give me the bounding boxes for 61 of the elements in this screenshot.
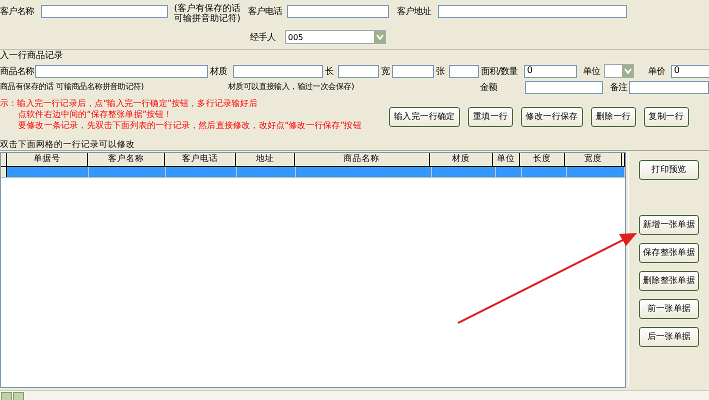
field-label: 单位 <box>583 66 602 78</box>
input-field[interactable] <box>525 80 603 94</box>
column-header[interactable]: 单位 <box>493 153 520 166</box>
field-label: 经手人 <box>250 32 276 44</box>
tip-text: 点软件右边中间的“保存整张单据”按钮！ <box>18 110 174 121</box>
field-label: 备注 <box>610 82 628 94</box>
tip-text: 示：输入完一行记录后，点“输入完一行确定”按钮，多行记录输好后 <box>0 99 258 110</box>
caret-icon <box>374 31 385 43</box>
row-action-button[interactable]: 重填一行 <box>468 107 513 127</box>
column-header[interactable]: 商品名称 <box>294 153 430 166</box>
dropdown[interactable] <box>604 64 634 78</box>
input-field[interactable] <box>338 64 379 78</box>
column-header[interactable]: 宽度 <box>564 153 622 166</box>
field-label: 面积/数量 <box>481 66 519 78</box>
table-row[interactable] <box>1 167 626 178</box>
input-field[interactable] <box>41 5 168 18</box>
input-field[interactable] <box>449 64 479 78</box>
column-header[interactable]: 客户名称 <box>88 153 165 166</box>
field-label: 宽 <box>381 66 390 78</box>
field-label: 商品名称 <box>0 66 34 78</box>
grid-caption: 双击下面网格的一行记录可以修改 <box>0 139 709 151</box>
input-field[interactable] <box>233 64 323 78</box>
input-field[interactable] <box>392 64 434 78</box>
row-action-button[interactable]: 复制一行 <box>644 107 689 127</box>
field-label: 张 <box>436 66 446 78</box>
field-label: 客户名称 <box>0 6 36 18</box>
customer-note: (客户有保存的话 可输拼音助记符) <box>174 4 242 24</box>
hint-text: 材质可以直接输入，输过一次会保存) <box>228 80 354 92</box>
input-field[interactable] <box>287 5 389 18</box>
field-label: 材质 <box>210 66 228 78</box>
row-action-button[interactable]: 删除一行 <box>590 107 636 127</box>
side-button[interactable]: 新增一张单据 <box>639 215 700 235</box>
side-button[interactable]: 保存整张单据 <box>639 243 700 263</box>
side-button[interactable]: 删除整张单据 <box>639 271 700 291</box>
tip-text: 要修改一条记录，先双击下面列表的一行记录，然后直接修改，改好点“修改一行保存”按钮 <box>18 121 362 132</box>
dropdown[interactable]: 005 <box>285 30 386 44</box>
column-header[interactable]: 材质 <box>430 153 494 166</box>
input-field[interactable] <box>629 80 709 94</box>
column-header[interactable]: 客户电话 <box>164 153 236 166</box>
caret-icon <box>622 65 633 77</box>
field-label: 金额 <box>480 82 498 94</box>
field-label: 客户地址 <box>397 6 432 18</box>
scroll-left-button[interactable] <box>1 392 12 400</box>
column-header[interactable]: 长度 <box>520 153 565 166</box>
field-label: 客户电话 <box>248 6 284 18</box>
side-button[interactable]: 前一张单据 <box>639 299 700 319</box>
input-field[interactable]: 0 <box>671 64 709 78</box>
row-action-button[interactable]: 输入完一行确定 <box>389 107 460 127</box>
field-label: 单价 <box>648 66 666 78</box>
row-action-button[interactable]: 修改一行保存 <box>520 107 583 127</box>
column-header[interactable]: 地址 <box>236 153 295 166</box>
scroll-right-button[interactable] <box>13 392 24 400</box>
input-field[interactable] <box>438 5 627 18</box>
field-label: 长 <box>325 66 334 78</box>
side-button[interactable]: 打印预览 <box>639 160 700 180</box>
hint-text: 商品有保存的话 可输商品名称拼音助记符) <box>0 80 145 92</box>
column-header[interactable]: 单据号 <box>6 153 88 166</box>
input-field[interactable] <box>35 64 208 78</box>
input-field[interactable]: 0 <box>524 64 577 78</box>
group-title: 入一行商品记录 <box>0 50 63 62</box>
side-button[interactable]: 后一张单据 <box>639 327 700 347</box>
